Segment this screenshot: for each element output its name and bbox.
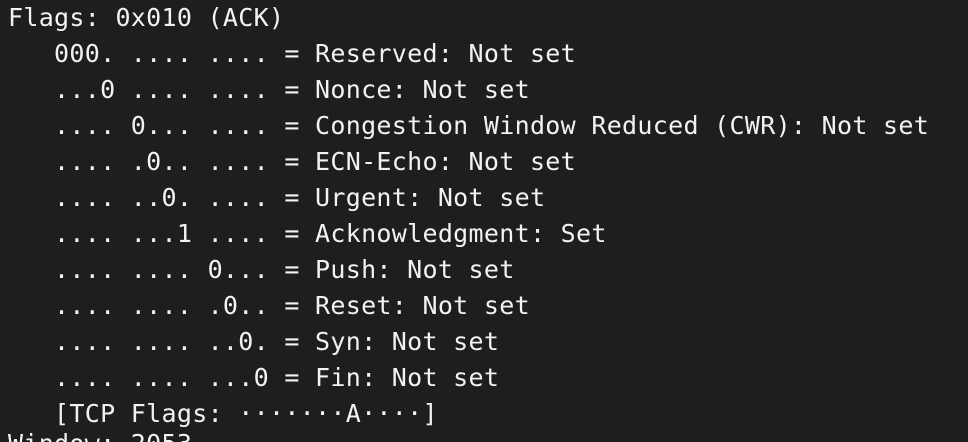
- flag-acknowledgment-line: .... ...1 .... = Acknowledgment: Set: [8, 219, 607, 248]
- flag-urgent-line: .... ..0. .... = Urgent: Not set: [8, 183, 546, 212]
- terminal-output: Flags: 0x010 (ACK) 000. .... .... = Rese…: [0, 0, 968, 442]
- flag-cwr-line: .... 0... .... = Congestion Window Reduc…: [8, 111, 930, 140]
- flag-fin-line: .... .... ...0 = Fin: Not set: [8, 363, 500, 392]
- flag-push-line: .... .... 0... = Push: Not set: [8, 255, 515, 284]
- flag-syn-line: .... .... ..0. = Syn: Not set: [8, 327, 500, 356]
- flag-ecn-echo-line: .... .0.. .... = ECN-Echo: Not set: [8, 147, 576, 176]
- window-line: Window: 2053: [8, 426, 192, 442]
- flag-reset-line: .... .... .0.. = Reset: Not set: [8, 291, 530, 320]
- flag-nonce-line: ...0 .... .... = Nonce: Not set: [8, 75, 530, 104]
- flags-header-line: Flags: 0x010 (ACK): [8, 3, 285, 32]
- flag-reserved-line: 000. .... .... = Reserved: Not set: [8, 39, 576, 68]
